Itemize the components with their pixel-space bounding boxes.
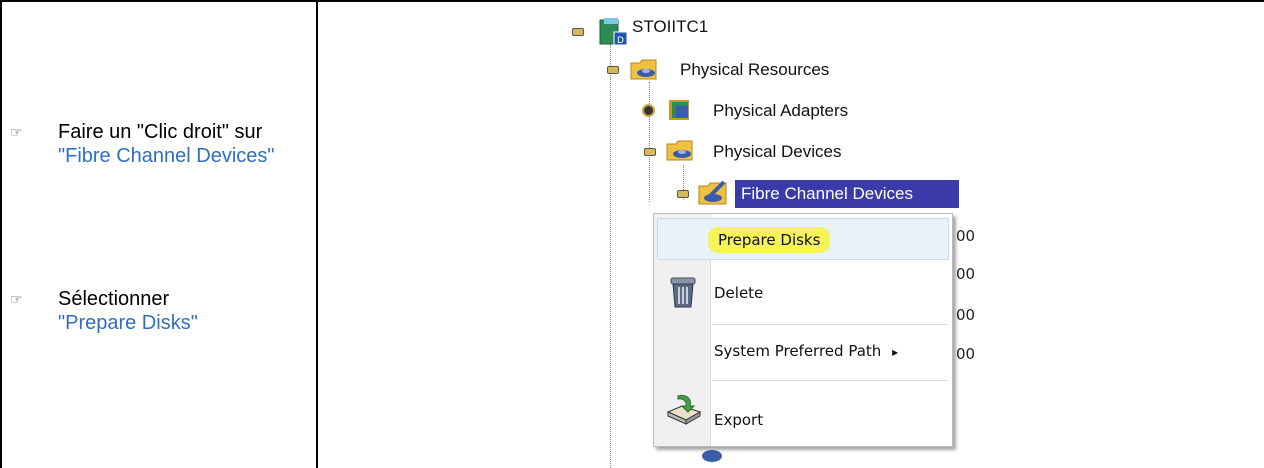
hand-pointer-icon: ☞: [10, 125, 23, 141]
collapse-toggle[interactable]: [607, 66, 619, 74]
instruction-text: Sélectionner: [58, 288, 170, 310]
menu-item-delete[interactable]: Delete: [714, 284, 763, 302]
adapter-icon: [669, 100, 689, 120]
submenu-arrow-icon: ▸: [892, 345, 899, 359]
table-column-divider: [316, 0, 318, 468]
menu-separator: [712, 324, 948, 325]
tree-node-physical-resources[interactable]: Physical Resources: [680, 60, 829, 80]
collapse-toggle[interactable]: [677, 190, 689, 198]
instruction-target: "Fibre Channel Devices": [58, 145, 275, 167]
tree-guide-line: [649, 82, 650, 202]
server-icon: D: [599, 18, 628, 46]
trash-can-icon: [670, 277, 696, 308]
menu-separator: [712, 380, 948, 381]
collapse-toggle[interactable]: [572, 28, 584, 36]
export-book-icon: [666, 395, 702, 425]
table-left-border: [0, 0, 2, 468]
instruction-step-2: ☞ Sélectionner "Prepare Disks": [10, 287, 300, 335]
menu-item-label: Prepare Disks: [708, 227, 831, 253]
collapse-toggle[interactable]: [644, 148, 656, 156]
menu-item-prepare-disks[interactable]: Prepare Disks: [708, 227, 831, 253]
menu-item-export[interactable]: Export: [714, 411, 763, 429]
clipped-value: 00: [956, 345, 976, 363]
clipped-value: 00: [956, 265, 976, 283]
context-menu: Prepare Disks Delete System Preferred Pa…: [653, 213, 953, 447]
instruction-step-1: ☞ Faire un "Clic droit" sur "Fibre Chann…: [10, 120, 300, 168]
expand-toggle[interactable]: [642, 104, 655, 117]
folder-disk-icon: [630, 59, 657, 80]
tree-node-physical-adapters[interactable]: Physical Adapters: [713, 101, 848, 121]
menu-item-system-preferred-path[interactable]: System Preferred Path ▸: [714, 342, 898, 360]
hand-pointer-icon: ☞: [10, 292, 23, 308]
tree-node-physical-devices[interactable]: Physical Devices: [713, 142, 842, 162]
fibre-channel-folder-icon: [698, 180, 727, 205]
folder-disk-icon: [666, 140, 693, 161]
tree-node-fibre-channel-devices[interactable]: Fibre Channel Devices: [735, 180, 959, 208]
menu-item-label: System Preferred Path: [714, 342, 882, 360]
clipped-value: 00: [956, 306, 976, 324]
svg-text:D: D: [617, 36, 624, 46]
instruction-target: "Prepare Disks": [58, 312, 198, 334]
tree-node-root[interactable]: STOIITC1: [632, 17, 708, 37]
tree-guide-line: [610, 44, 611, 468]
instruction-text: Faire un "Clic droit" sur: [58, 121, 263, 143]
disk-icon: [702, 450, 722, 462]
table-top-border: [0, 0, 1264, 2]
clipped-value: 00: [956, 227, 976, 245]
